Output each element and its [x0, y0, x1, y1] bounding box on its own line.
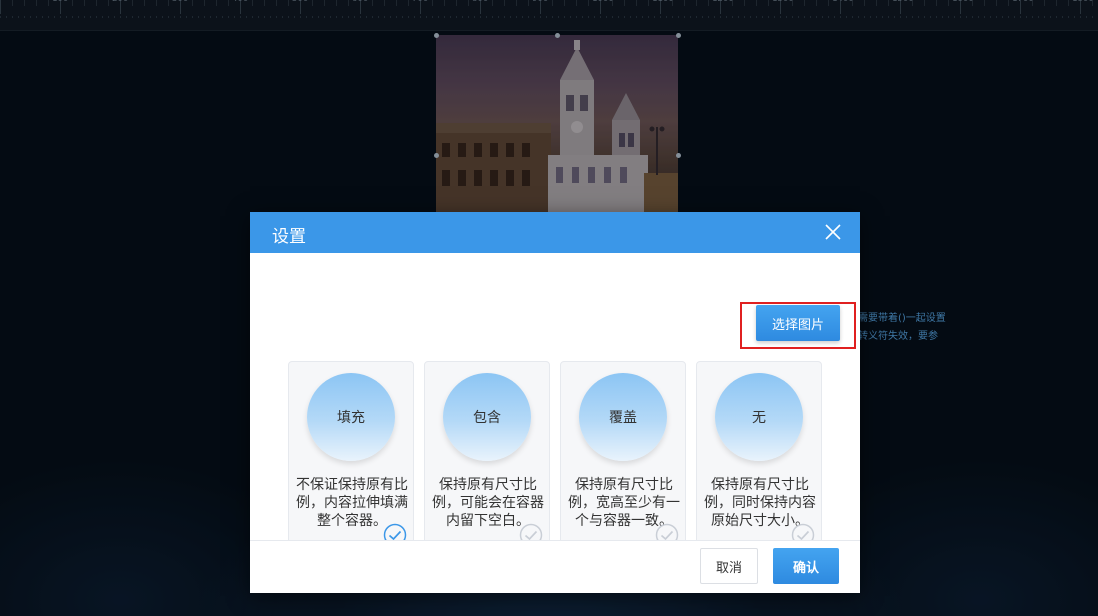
- background-hint-text: 转义符失效，要参: [858, 331, 938, 342]
- option-label: 包含: [473, 410, 501, 426]
- option-label: 无: [752, 410, 766, 426]
- option-description: 保持原有尺寸比例，宽高至少有一个与容器一致。: [568, 477, 680, 528]
- confirm-button[interactable]: 确认: [773, 548, 839, 584]
- option-circle: 包含: [443, 373, 531, 461]
- settings-dialog: 设置 选择图片 填充 不保证保持原有比例，内容拉伸填满整个容器。 包含 保持原有…: [250, 212, 860, 593]
- option-label: 覆盖: [609, 410, 637, 426]
- option-circle: 覆盖: [579, 373, 667, 461]
- fit-option-none[interactable]: 无 保持原有尺寸比例，同时保持内容原始尺寸大小。: [696, 361, 822, 554]
- select-image-button[interactable]: 选择图片: [756, 305, 840, 341]
- option-circle: 无: [715, 373, 803, 461]
- close-button[interactable]: [822, 221, 844, 243]
- option-description: 保持原有尺寸比例，同时保持内容原始尺寸大小。: [704, 477, 816, 528]
- fit-option-fill[interactable]: 填充 不保证保持原有比例，内容拉伸填满整个容器。: [288, 361, 414, 554]
- option-description: 不保证保持原有比例，内容拉伸填满整个容器。: [296, 477, 408, 528]
- dialog-header: 设置: [250, 212, 860, 253]
- dialog-body: 选择图片 填充 不保证保持原有比例，内容拉伸填满整个容器。 包含 保持原有尺寸比…: [250, 253, 860, 554]
- background-hint-text: 需要带着()一起设置: [858, 313, 946, 324]
- option-label: 填充: [337, 410, 365, 426]
- fit-option-cover[interactable]: 覆盖 保持原有尺寸比例，宽高至少有一个与容器一致。: [560, 361, 686, 554]
- fit-option-contain[interactable]: 包含 保持原有尺寸比例，可能会在容器内留下空白。: [424, 361, 550, 554]
- close-icon: [825, 224, 841, 240]
- cancel-button[interactable]: 取消: [700, 548, 758, 584]
- dialog-title: 设置: [272, 227, 306, 247]
- option-circle: 填充: [307, 373, 395, 461]
- dialog-footer: 取消 确认: [250, 540, 860, 593]
- option-description: 保持原有尺寸比例，可能会在容器内留下空白。: [432, 477, 544, 528]
